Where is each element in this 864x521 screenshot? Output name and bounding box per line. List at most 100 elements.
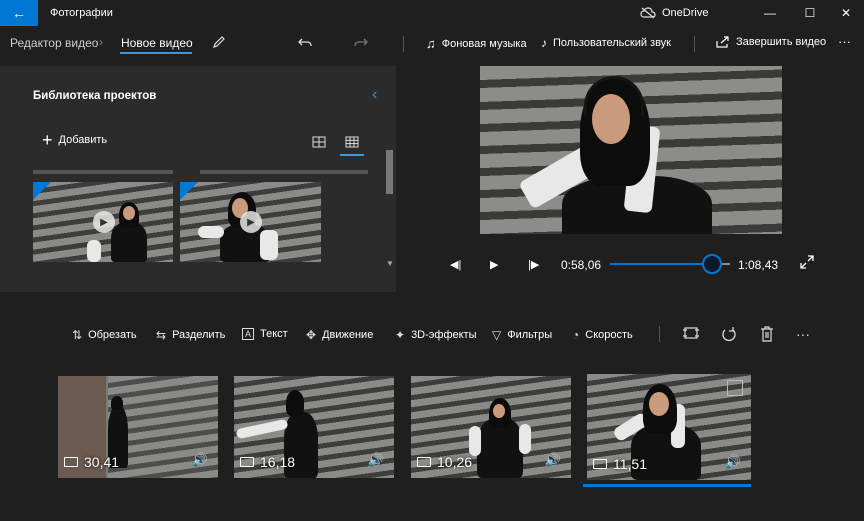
- film-icon: [593, 459, 607, 469]
- play-icon[interactable]: ▶: [93, 211, 115, 233]
- clip-duration: 11,51: [593, 456, 647, 472]
- title-bar: ← Фотографии OneDrive — ☐ ✕: [0, 0, 864, 26]
- back-button[interactable]: ←: [0, 0, 38, 26]
- small-grid-view-icon[interactable]: [345, 136, 359, 148]
- film-icon: [417, 457, 431, 467]
- person-figure: [111, 222, 147, 262]
- custom-audio-icon: ♪: [541, 36, 547, 50]
- trim-label: Обрезать: [88, 329, 137, 341]
- delete-trash-icon[interactable]: [760, 326, 774, 342]
- next-frame-icon[interactable]: |▶: [528, 258, 539, 271]
- storyboard-clip-3[interactable]: 10,26 🔊: [411, 376, 571, 478]
- motion-button[interactable]: ✥ Движение: [306, 328, 373, 342]
- play-icon[interactable]: ▶: [490, 258, 498, 271]
- volume-icon[interactable]: 🔊: [545, 452, 561, 468]
- person-face: [493, 404, 505, 418]
- library-scrollbar-thumb[interactable]: [386, 150, 393, 194]
- storyboard-separator: [659, 326, 660, 342]
- 3d-effects-button[interactable]: ✦ 3D-эффекты: [395, 328, 477, 342]
- filters-icon: ▽: [492, 328, 502, 342]
- library-clip-2[interactable]: ▶: [180, 182, 321, 262]
- maximize-button[interactable]: ☐: [790, 0, 830, 26]
- finish-video-label: Завершить видео: [736, 36, 827, 48]
- storyboard-clip-1[interactable]: 30,41 🔊: [58, 376, 218, 478]
- breadcrumb-chevron-icon: ›: [99, 35, 103, 49]
- previous-frame-icon[interactable]: ◀|: [450, 258, 461, 271]
- breadcrumb-current[interactable]: Новое видео: [121, 36, 193, 50]
- rename-pencil-icon[interactable]: [212, 35, 226, 49]
- motion-label: Движение: [322, 329, 374, 341]
- split-button[interactable]: ⇆ Разделить: [156, 328, 225, 342]
- speed-button[interactable]: ◔ Скорость: [572, 328, 633, 342]
- person-arm: [519, 424, 531, 454]
- breadcrumb-current-indicator: [120, 52, 192, 54]
- library-thumb-partial: [200, 170, 368, 174]
- used-in-project-marker: [180, 182, 198, 200]
- library-clip-1[interactable]: ▶: [33, 182, 173, 262]
- music-note-icon: ♫: [426, 36, 436, 51]
- filters-button[interactable]: ▽ Фильтры: [492, 328, 552, 342]
- custom-audio-label: Пользовательский звук: [553, 37, 671, 49]
- current-time: 0:58,06: [561, 258, 602, 272]
- person-face: [649, 392, 669, 416]
- volume-icon[interactable]: 🔊: [192, 452, 208, 468]
- used-in-project-marker: [33, 182, 51, 200]
- breadcrumb-parent[interactable]: Редактор видео: [10, 36, 98, 50]
- video-preview[interactable]: [480, 66, 782, 234]
- text-button[interactable]: A Текст: [242, 328, 288, 340]
- film-icon: [240, 457, 254, 467]
- scroll-down-arrow-icon[interactable]: ▼: [386, 259, 394, 268]
- motion-icon: ✥: [306, 328, 317, 342]
- export-icon: [716, 36, 729, 48]
- storyboard-more-button[interactable]: ···: [796, 326, 810, 342]
- toolbar-separator: [403, 36, 404, 52]
- redo-icon[interactable]: [354, 35, 368, 49]
- cloud-off-icon: [640, 7, 656, 19]
- clip-select-checkbox[interactable]: [727, 380, 743, 396]
- speed-label: Скорость: [585, 329, 633, 341]
- plus-icon: +: [42, 130, 53, 150]
- background-music-button[interactable]: ♫ Фоновая музыка: [426, 36, 527, 51]
- play-icon[interactable]: ▶: [240, 211, 262, 233]
- custom-audio-button[interactable]: ♪ Пользовательский звук: [541, 36, 671, 50]
- finish-video-button[interactable]: Завершить видео: [716, 36, 826, 48]
- undo-icon[interactable]: [298, 35, 312, 49]
- person-hair: [286, 390, 304, 416]
- view-selected-indicator: [340, 154, 364, 156]
- 3d-effects-icon: ✦: [395, 328, 406, 342]
- split-icon: ⇆: [156, 328, 167, 342]
- clip-duration-label: 11,51: [613, 456, 647, 472]
- resize-remove-black-bars-icon[interactable]: [683, 326, 699, 340]
- onedrive-label: OneDrive: [662, 7, 709, 19]
- person-arm: [87, 240, 101, 262]
- minimize-button[interactable]: —: [750, 0, 790, 26]
- more-options-button[interactable]: ···: [838, 34, 851, 49]
- rotate-icon[interactable]: [721, 326, 737, 342]
- volume-icon[interactable]: 🔊: [368, 452, 384, 468]
- onedrive-status[interactable]: OneDrive: [640, 0, 708, 26]
- total-time: 1:08,43: [738, 258, 779, 272]
- fullscreen-icon[interactable]: [800, 255, 814, 269]
- clip-duration: 16,18: [240, 454, 295, 470]
- collapse-chevron-icon[interactable]: ‹: [372, 86, 377, 104]
- split-label: Разделить: [172, 329, 226, 341]
- clip-duration: 30,41: [64, 454, 119, 470]
- library-thumb-partial: [33, 170, 173, 174]
- person-face: [123, 206, 135, 220]
- app-title: Фотографии: [50, 7, 113, 19]
- clip-duration-label: 16,18: [260, 454, 296, 470]
- volume-icon[interactable]: 🔊: [725, 454, 741, 470]
- add-media-button[interactable]: + Добавить: [42, 130, 107, 150]
- close-button[interactable]: ✕: [826, 0, 864, 26]
- person-arm: [260, 230, 278, 260]
- storyboard-clip-2[interactable]: 16,18 🔊: [234, 376, 394, 478]
- 3d-effects-label: 3D-эффекты: [411, 329, 477, 341]
- seek-bar-progress[interactable]: [610, 263, 712, 265]
- large-grid-view-icon[interactable]: [312, 136, 326, 148]
- film-icon: [64, 457, 78, 467]
- trim-button[interactable]: ⇅ Обрезать: [72, 328, 137, 342]
- library-title: Библиотека проектов: [33, 90, 157, 102]
- storyboard-clip-4-selected[interactable]: 11,51 🔊: [587, 374, 751, 480]
- clip-duration: 10,26: [417, 454, 472, 470]
- seek-bar-thumb[interactable]: [702, 254, 722, 274]
